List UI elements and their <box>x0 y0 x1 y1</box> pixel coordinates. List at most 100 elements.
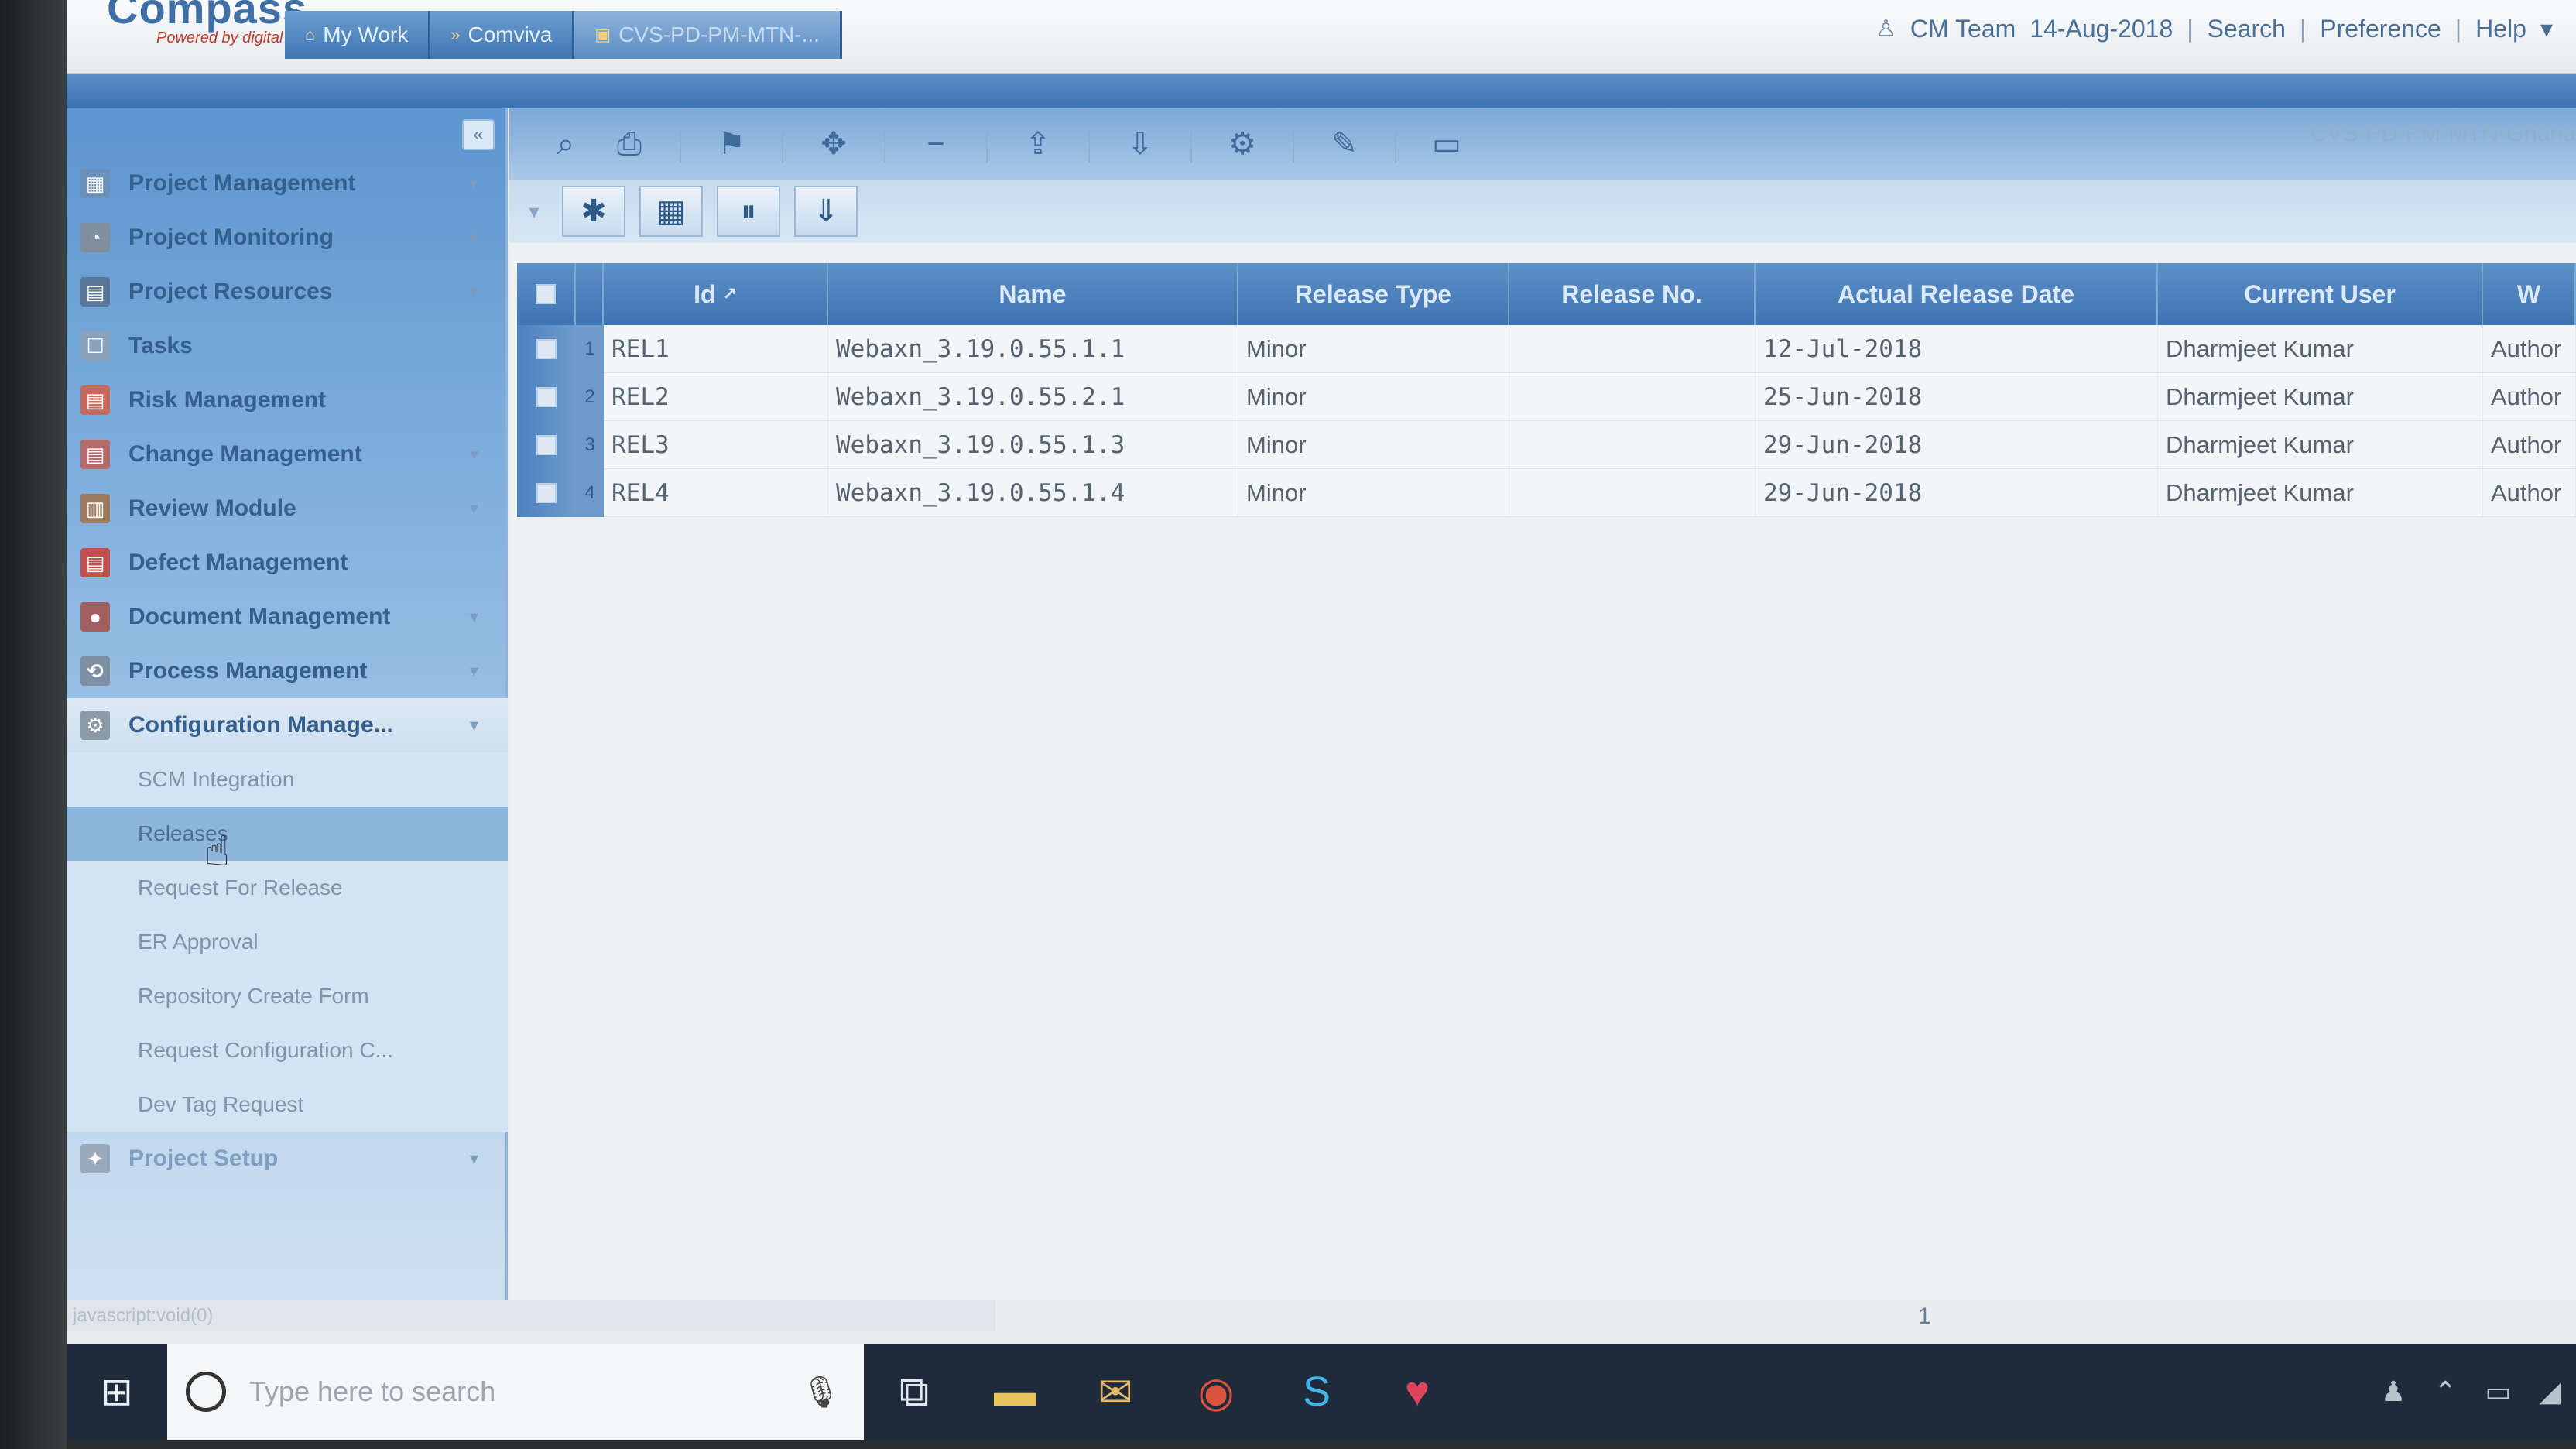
skype-icon[interactable]: S <box>1266 1344 1367 1440</box>
chevron-down-icon[interactable]: ▾ <box>2540 14 2553 43</box>
table-row[interactable]: 1 REL1 Webaxn_3.19.0.55.1.1 Minor 12-Jul… <box>517 325 2576 373</box>
submenu-releases[interactable]: Releases <box>67 807 508 861</box>
outlook-icon[interactable]: ✉ <box>1065 1344 1166 1440</box>
column-header-extra[interactable]: W <box>2483 263 2576 325</box>
add-icon[interactable]: ✱ <box>562 186 625 237</box>
sidebar-item-project-resources[interactable]: ▤ Project Resources ▾ <box>67 265 508 319</box>
sidebar-item-document-management[interactable]: ● Document Management ▾ <box>67 590 508 644</box>
network-icon[interactable]: ◢ <box>2539 1375 2561 1408</box>
chevron-down-icon: ▾ <box>469 607 478 626</box>
submenu-repository-create-form[interactable]: Repository Create Form <box>67 969 508 1023</box>
row-checkbox[interactable] <box>517 373 576 421</box>
sidebar-collapse-button[interactable]: « <box>462 119 495 150</box>
sidebar-menu: ▦ Project Management ▾ ◔ Project Monitor… <box>67 156 508 1186</box>
chrome-icon[interactable]: ◉ <box>1166 1344 1266 1440</box>
column-header-actual-release-date[interactable]: Actual Release Date <box>1756 263 2158 325</box>
columns-icon[interactable]: ▦ <box>639 186 703 237</box>
cell-name: Webaxn_3.19.0.55.1.4 <box>828 469 1238 517</box>
cell-id[interactable]: REL2 <box>604 373 828 421</box>
search-icon[interactable]: ⌕ <box>534 120 598 168</box>
help-link[interactable]: Help <box>2475 15 2526 43</box>
battery-icon[interactable]: ▭ <box>2485 1375 2511 1408</box>
column-header-current-user[interactable]: Current User <box>2158 263 2483 325</box>
submenu-dev-tag-request[interactable]: Dev Tag Request <box>67 1077 508 1132</box>
toolbar-separator <box>782 125 783 163</box>
column-header-name[interactable]: Name <box>828 263 1238 325</box>
print-icon[interactable]: ⎙ <box>598 120 661 168</box>
sidebar-item-label: Defect Management <box>128 550 348 575</box>
minus-icon[interactable]: − <box>904 120 968 168</box>
column-header-release-no[interactable]: Release No. <box>1509 263 1756 325</box>
sidebar-item-project-setup[interactable]: ✦ Project Setup ▾ <box>67 1132 508 1186</box>
cell-id[interactable]: REL1 <box>604 325 828 373</box>
row-checkbox[interactable] <box>517 469 576 517</box>
sidebar-item-project-management[interactable]: ▦ Project Management ▾ <box>67 156 508 211</box>
row-checkbox[interactable] <box>517 421 576 469</box>
tasks-icon: ☐ <box>80 331 110 361</box>
table-row[interactable]: 3 REL3 Webaxn_3.19.0.55.1.3 Minor 29-Jun… <box>517 421 2576 469</box>
preference-link[interactable]: Preference <box>2320 15 2441 43</box>
import-icon[interactable]: ⇩ <box>1108 120 1172 168</box>
sidebar-item-label: Review Module <box>128 495 296 521</box>
chevron-down-icon: ▾ <box>469 444 478 464</box>
org-icon: » <box>450 25 461 44</box>
breadcrumb-project[interactable]: ▣ CVS-PD-PM-MTN-... <box>574 11 842 59</box>
people-icon[interactable]: ♟ <box>2381 1375 2406 1408</box>
windows-start-icon[interactable]: ⊞ <box>67 1344 167 1440</box>
table-row[interactable]: 4 REL4 Webaxn_3.19.0.55.1.4 Minor 29-Jun… <box>517 469 2576 517</box>
column-header-release-type[interactable]: Release Type <box>1238 263 1509 325</box>
select-all-checkbox[interactable] <box>517 263 576 325</box>
file-explorer-icon[interactable]: ▬ <box>964 1344 1065 1440</box>
sidebar-item-change-management[interactable]: ▤ Change Management ▾ <box>67 427 508 481</box>
page-number[interactable]: 1 <box>1918 1303 1931 1330</box>
cell-id[interactable]: REL3 <box>604 421 828 469</box>
chevron-up-icon[interactable]: ⌃ <box>2434 1375 2457 1408</box>
chevron-down-icon: ▾ <box>469 173 478 193</box>
chevron-down-icon[interactable]: ▾ <box>520 186 548 237</box>
column-header-id[interactable]: Id ↗ <box>604 263 828 325</box>
chevron-down-icon: ▾ <box>469 1149 478 1168</box>
cell-extra: Author <box>2483 373 2576 421</box>
cell-release-type: Minor <box>1238 325 1509 373</box>
defect-icon: ▤ <box>80 548 110 577</box>
table-row[interactable]: 2 REL2 Webaxn_3.19.0.55.2.1 Minor 25-Jun… <box>517 373 2576 421</box>
freeze-icon[interactable]: ⏸ <box>717 186 780 237</box>
sidebar-item-configuration-management[interactable]: ⚙ Configuration Manage... ▾ <box>67 698 508 752</box>
sidebar-item-label: Project Management <box>128 170 356 196</box>
logo[interactable]: Compass Powered by digital <box>87 0 307 62</box>
save-icon[interactable]: ▭ <box>1415 120 1478 168</box>
grid-toolbar: ▾ ✱ ▦ ⏸ ⇓ <box>509 180 2576 243</box>
task-view-icon[interactable]: ⧉ <box>864 1344 964 1440</box>
cell-actual-release-date: 29-Jun-2018 <box>1756 469 2158 517</box>
microphone-icon[interactable]: 🎙 <box>801 1374 841 1410</box>
cell-id[interactable]: REL4 <box>604 469 828 517</box>
filter-icon[interactable]: ⚑ <box>700 120 763 168</box>
submenu-er-approval[interactable]: ER Approval <box>67 915 508 969</box>
move-icon[interactable]: ✥ <box>802 120 865 168</box>
sidebar-item-review-module[interactable]: ▥ Review Module ▾ <box>67 481 508 536</box>
row-checkbox[interactable] <box>517 325 576 373</box>
breadcrumb-label: CVS-PD-PM-MTN-... <box>618 22 820 46</box>
search-link[interactable]: Search <box>2208 15 2286 43</box>
home-icon: ⌂ <box>305 25 316 44</box>
download-icon[interactable]: ⇓ <box>794 186 858 237</box>
sidebar-item-defect-management[interactable]: ▤ Defect Management <box>67 536 508 590</box>
sidebar-item-risk-management[interactable]: ▤ Risk Management <box>67 373 508 427</box>
export-icon[interactable]: ⇪ <box>1006 120 1070 168</box>
sidebar-item-tasks[interactable]: ☐ Tasks <box>67 319 508 373</box>
submenu-request-for-release[interactable]: Request For Release <box>67 861 508 915</box>
breadcrumb-my-work[interactable]: ⌂ My Work <box>285 11 431 59</box>
sidebar-item-process-management[interactable]: ⟲ Process Management ▾ <box>67 644 508 698</box>
settings-icon[interactable]: ⚙ <box>1211 120 1274 168</box>
app-icon[interactable]: ♥ <box>1367 1344 1468 1440</box>
cell-current-user: Dharmjeet Kumar <box>2158 421 2483 469</box>
taskbar-search-input[interactable]: Type here to search 🎙 <box>167 1344 864 1440</box>
edit-icon[interactable]: ✎ <box>1313 120 1376 168</box>
submenu-request-configuration[interactable]: Request Configuration C... <box>67 1023 508 1077</box>
cell-release-type: Minor <box>1238 421 1509 469</box>
current-user[interactable]: CM Team <box>1910 15 2016 43</box>
sidebar-item-project-monitoring[interactable]: ◔ Project Monitoring ▾ <box>67 211 508 265</box>
submenu-scm-integration[interactable]: SCM Integration <box>67 752 508 807</box>
breadcrumb-comviva[interactable]: » Comviva <box>430 11 575 59</box>
breadcrumb-label: My Work <box>323 22 409 46</box>
